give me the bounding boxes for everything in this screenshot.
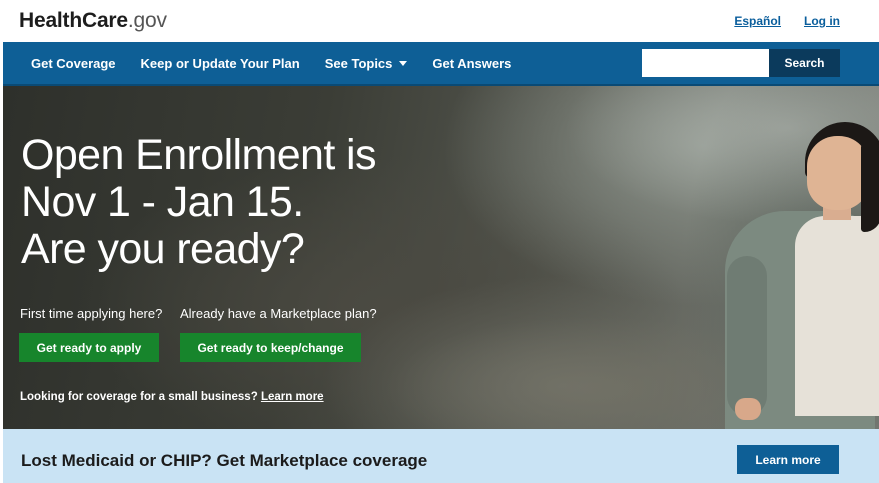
get-ready-to-apply-button[interactable]: Get ready to apply bbox=[19, 333, 159, 362]
nav-item-get-answers[interactable]: Get Answers bbox=[432, 56, 511, 71]
logo-tld: .gov bbox=[127, 9, 167, 32]
search-input[interactable] bbox=[642, 49, 769, 77]
nav-item-get-coverage[interactable]: Get Coverage bbox=[31, 56, 116, 71]
page: HealthCare.gov Español Log in Get Covera… bbox=[0, 0, 879, 483]
headline-line-1: Open Enrollment is bbox=[21, 131, 376, 179]
nav-item-label: See Topics bbox=[324, 55, 393, 71]
nav-item-label: Keep or Update Your Plan bbox=[140, 55, 300, 71]
person-face bbox=[807, 136, 869, 210]
nav-item-see-topics[interactable]: See Topics bbox=[325, 56, 408, 71]
main-nav: Get Coverage Keep or Update Your Plan Se… bbox=[3, 42, 879, 86]
hero-headline: Open Enrollment is Nov 1 - Jan 15. Are y… bbox=[21, 132, 441, 273]
nav-items: Get Coverage Keep or Update Your Plan Se… bbox=[31, 42, 536, 84]
person-hand bbox=[735, 398, 761, 420]
get-ready-to-keep-change-button[interactable]: Get ready to keep/change bbox=[180, 333, 361, 362]
log-in-link[interactable]: Log in bbox=[804, 14, 840, 28]
headline-line-3: Are you ready? bbox=[21, 225, 305, 273]
chevron-down-icon bbox=[399, 60, 408, 66]
banner-learn-more-button[interactable]: Learn more bbox=[737, 445, 839, 474]
nav-item-keep-or-update[interactable]: Keep or Update Your Plan bbox=[141, 56, 300, 71]
hero-person-image bbox=[721, 116, 879, 429]
top-header: HealthCare.gov Español Log in bbox=[0, 0, 879, 42]
small-business-learn-more-link[interactable]: Learn more bbox=[261, 391, 324, 403]
person-arm bbox=[727, 256, 767, 416]
header-links: Español Log in bbox=[734, 14, 840, 28]
banner-text: Lost Medicaid or CHIP? Get Marketplace c… bbox=[21, 451, 428, 470]
small-business-label: Looking for coverage for a small busines… bbox=[20, 391, 258, 403]
espanol-link[interactable]: Español bbox=[734, 14, 781, 28]
nav-item-label: Get Coverage bbox=[31, 55, 116, 71]
logo-brand: HealthCare bbox=[19, 9, 128, 32]
headline-line-2: Nov 1 - Jan 15. bbox=[21, 178, 304, 226]
first-time-question: First time applying here? bbox=[20, 306, 163, 321]
existing-plan-question: Already have a Marketplace plan? bbox=[180, 306, 377, 321]
nav-item-label: Get Answers bbox=[432, 55, 512, 71]
person-shirt bbox=[795, 216, 879, 416]
healthcare-gov-logo[interactable]: HealthCare.gov bbox=[19, 9, 167, 33]
hero-section: Open Enrollment is Nov 1 - Jan 15. Are y… bbox=[3, 86, 879, 429]
medicaid-banner: Lost Medicaid or CHIP? Get Marketplace c… bbox=[3, 429, 879, 483]
person-hair-side bbox=[861, 142, 879, 232]
search-button[interactable]: Search bbox=[769, 49, 840, 77]
small-business-text: Looking for coverage for a small busines… bbox=[20, 391, 324, 403]
search-bar: Search bbox=[642, 49, 840, 77]
